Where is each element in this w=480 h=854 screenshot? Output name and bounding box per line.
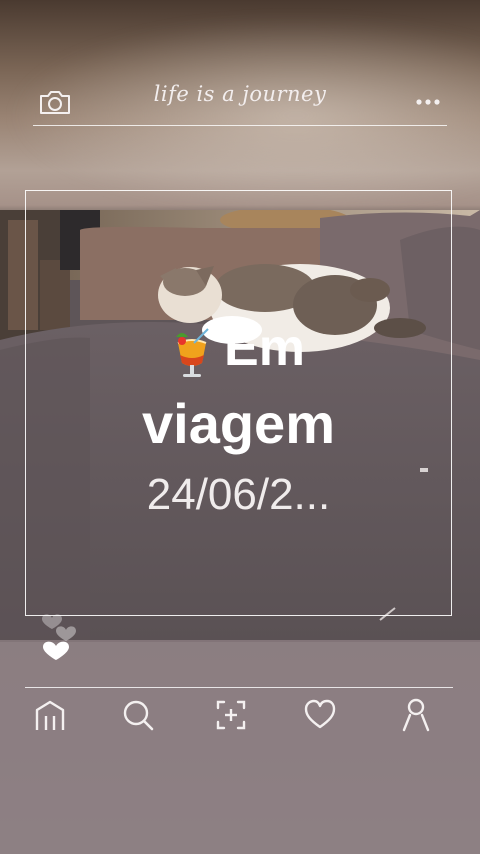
nav-divider <box>25 687 453 688</box>
header-divider <box>33 125 447 126</box>
more-dots-icon[interactable] <box>414 94 444 108</box>
caption-line-1: Em <box>25 318 452 381</box>
caption-line-2: viagem <box>142 392 335 456</box>
search-icon[interactable] <box>120 696 156 734</box>
heart-icon[interactable] <box>302 696 338 734</box>
caption-date: 24/06/2... <box>146 470 331 520</box>
scan-add-icon[interactable] <box>213 696 249 734</box>
tropical-drink-emoji-icon <box>172 321 212 381</box>
profile-icon[interactable] <box>398 696 434 734</box>
home-icon[interactable] <box>32 696 68 734</box>
bottom-nav <box>0 696 480 740</box>
bottom-veil <box>0 640 480 854</box>
story-caption: Em viagem 24/06/2... <box>25 318 452 521</box>
caption-line-1-text: Em <box>224 319 305 377</box>
app-title: life is a journey <box>153 82 327 106</box>
app-header: life is a journey <box>0 70 480 130</box>
floating-hearts-icon[interactable] <box>38 608 88 668</box>
